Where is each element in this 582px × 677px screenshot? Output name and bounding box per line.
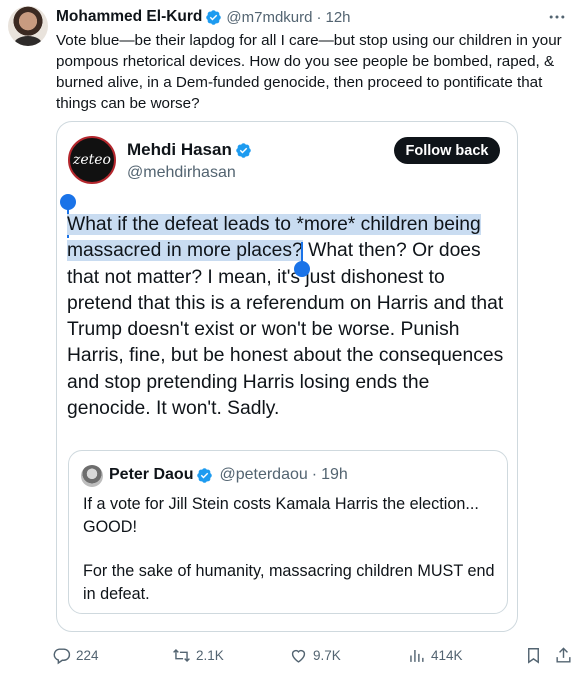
share-button[interactable] [554,643,578,667]
repost-count: 2.1K [196,647,224,663]
nested-quoted-tweet[interactable]: Peter Daou @peterdaou · 19h If a vote fo… [68,450,508,614]
tweet-header: Mohammed El-Kurd @m7mdkurd · 12h [56,7,351,27]
separator-dot: · [311,466,318,483]
reply-button[interactable]: 224 [52,643,99,667]
quote-author-avatar[interactable]: zeteo [68,136,116,184]
bookmark-button[interactable] [524,643,548,667]
inner-author-name[interactable]: Peter Daou [109,466,193,484]
tweet-time[interactable]: 12h [326,9,351,26]
separator-dot: · [316,8,322,26]
bookmark-icon [528,647,539,664]
inner-paragraph-1: If a vote for Jill Stein costs Kamala Ha… [83,495,479,536]
views-button[interactable]: 414K [407,643,463,667]
quote-text-rest: What then? Or does that not matter? I me… [67,240,504,420]
inner-tweet-header: Peter Daou @peterdaou · 19h [109,466,348,484]
tweet[interactable]: Mohammed El-Kurd @m7mdkurd · 12h Vote bl… [0,0,582,677]
inner-tweet-text: If a vote for Jill Stein costs Kamala Ha… [83,493,503,627]
like-button[interactable]: 9.7K [289,643,341,667]
reply-count: 224 [76,647,99,663]
share-icon [556,646,571,663]
verified-badge-icon [205,9,222,26]
analytics-icon [410,649,424,662]
inner-author-avatar[interactable] [81,465,103,487]
repost-icon [173,648,190,662]
view-count: 414K [431,647,463,663]
quote-author-handle[interactable]: @mehdirhasan [127,164,236,182]
more-horizontal-icon[interactable] [544,7,570,21]
like-count: 9.7K [313,647,341,663]
author-name[interactable]: Mohammed El-Kurd [56,8,202,26]
reply-icon [53,647,71,664]
quote-text: What if the defeat leads to *more* child… [67,212,513,422]
tweet-actions-bar: 224 2.1K 9.7K 414K [52,643,582,667]
inner-author-handle[interactable]: @peterdaou [219,466,307,484]
author-handle[interactable]: @m7mdkurd [226,9,312,26]
quote-author-name[interactable]: Mehdi Hasan [127,140,232,160]
selection-end-handle[interactable] [294,261,310,277]
verified-badge-icon [235,142,252,159]
verified-badge-icon [196,467,213,484]
inner-tweet-time[interactable]: 19h [321,466,348,484]
tweet-text: Vote blue—be their lapdog for all I care… [56,32,562,112]
heart-icon [291,649,306,663]
quote-author-name-row: Mehdi Hasan [127,140,256,160]
follow-back-button[interactable]: Follow back [394,137,500,164]
quoted-tweet-card[interactable]: zeteo Mehdi Hasan @mehdirhasan Follow ba… [56,121,518,632]
author-avatar[interactable] [8,6,48,46]
repost-button[interactable]: 2.1K [172,643,224,667]
inner-paragraph-2: For the sake of humanity, massacring chi… [83,562,495,603]
